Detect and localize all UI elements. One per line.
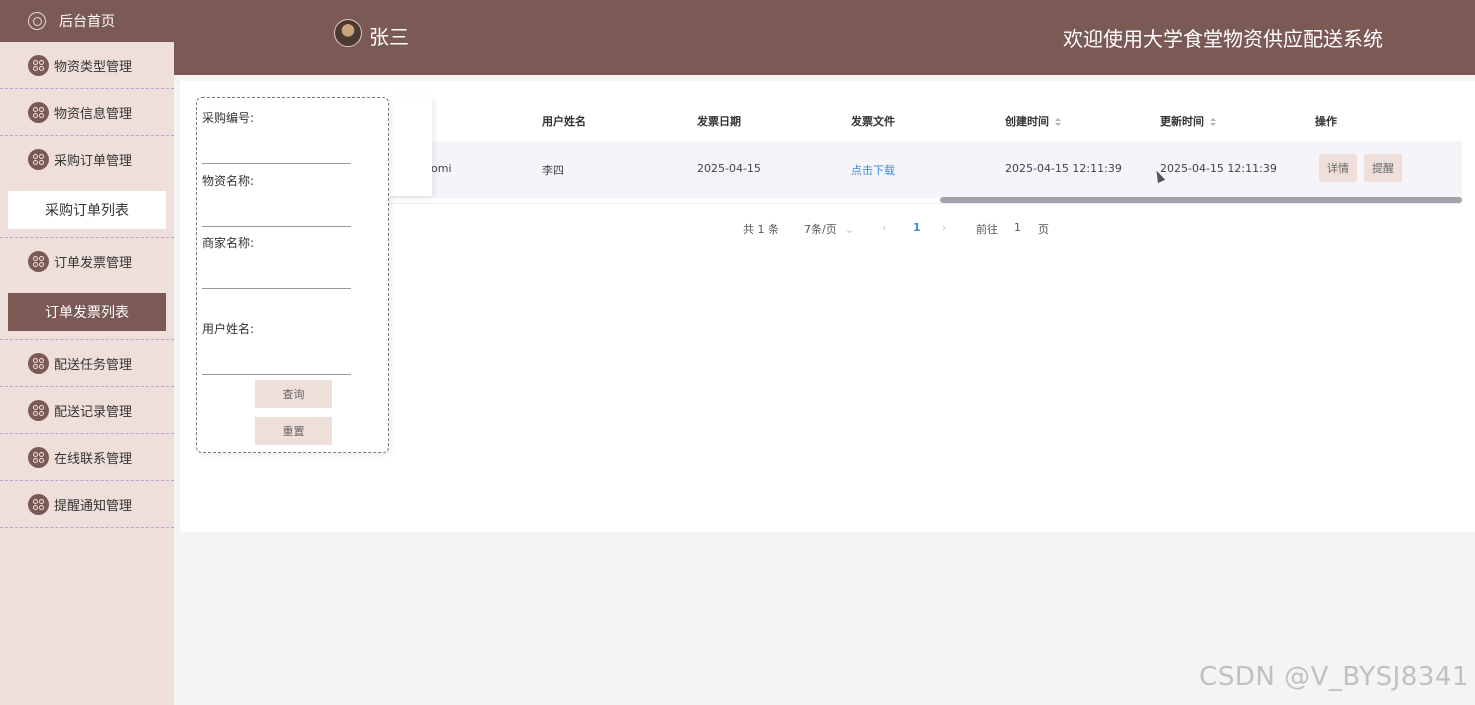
field-label-user-name: 用户姓名: xyxy=(202,322,255,336)
watermark: CSDN @V_BYSJ8341 xyxy=(1199,662,1469,692)
field-label-purchase-no: 采购编号: xyxy=(202,111,255,125)
col-updated-label: 更新时间 xyxy=(1160,115,1204,128)
chevron-down-icon: ⌄ xyxy=(844,223,854,236)
horizontal-scrollbar[interactable] xyxy=(940,197,1462,203)
prev-page-icon[interactable]: ‹ xyxy=(882,221,886,234)
sidebar-home-label: 后台首页 xyxy=(59,14,115,30)
menu-icon xyxy=(28,446,49,468)
sidebar-item-purchase-order[interactable]: 采购订单管理 xyxy=(0,136,174,183)
sidebar-item-label: 配送记录管理 xyxy=(54,404,133,420)
home-icon xyxy=(28,12,46,30)
top-header: 张三 欢迎使用大学食堂物资供应配送系统 xyxy=(174,0,1475,75)
col-created[interactable]: 创建时间 xyxy=(1005,113,1061,129)
panel-shadow xyxy=(388,97,432,196)
menu-icon xyxy=(28,493,49,515)
page-number-active[interactable]: 1 xyxy=(913,221,921,234)
field-label-merchant-name: 商家名称: xyxy=(202,236,255,250)
detail-button[interactable]: 详情 xyxy=(1319,154,1357,182)
next-page-icon[interactable]: › xyxy=(942,221,946,234)
col-invoice-date: 发票日期 xyxy=(697,115,741,128)
sort-icon[interactable] xyxy=(1210,117,1216,127)
remind-button[interactable]: 提醒 xyxy=(1364,154,1402,182)
sidebar-item-delivery-record[interactable]: 配送记录管理 xyxy=(0,387,174,434)
search-panel: 采购编号: 物资名称: 商家名称: 用户姓名: 查询 重置 xyxy=(196,97,389,453)
page-size-value: 7条/页 xyxy=(804,223,837,236)
sidebar-item-online-contact[interactable]: 在线联系管理 xyxy=(0,434,174,481)
col-actions: 操作 xyxy=(1315,115,1337,128)
page-size-select[interactable]: 7条/页 ⌄ xyxy=(804,221,854,237)
cell-updated: 2025-04-15 12:11:39 xyxy=(1160,162,1277,175)
sidebar-item-label: 提醒通知管理 xyxy=(54,498,133,514)
sidebar-item-label: 订单发票管理 xyxy=(54,256,133,271)
purchase-no-input[interactable] xyxy=(202,163,351,164)
sidebar-subitem-purchase-list[interactable]: 采购订单列表 xyxy=(8,191,166,229)
avatar[interactable] xyxy=(334,19,362,47)
sidebar-home[interactable]: 后台首页 xyxy=(0,0,174,42)
cell-partial: omi xyxy=(431,162,452,175)
col-updated[interactable]: 更新时间 xyxy=(1160,113,1216,129)
user-name: 张三 xyxy=(369,25,409,49)
download-link[interactable]: 点击下载 xyxy=(851,162,895,178)
goto-prefix: 前往 xyxy=(976,223,998,236)
menu-icon xyxy=(28,251,49,272)
sort-icon[interactable] xyxy=(1055,117,1061,127)
goto-suffix: 页 xyxy=(1038,223,1049,236)
sidebar-item-label: 采购订单管理 xyxy=(54,154,133,169)
goto-page-input[interactable]: 1 xyxy=(1014,221,1021,234)
row-divider xyxy=(212,203,1462,204)
sidebar-item-reminder[interactable]: 提醒通知管理 xyxy=(0,481,174,528)
menu-icon xyxy=(28,399,49,421)
col-invoice-file: 发票文件 xyxy=(851,115,895,128)
sidebar: 后台首页 物资类型管理 物资信息管理 采购订单管理 采购订单列表 订单发票管理 … xyxy=(0,0,174,705)
sidebar-item-label: 配送任务管理 xyxy=(54,357,133,373)
cell-user-name: 李四 xyxy=(542,164,564,177)
field-label-material-name: 物资名称: xyxy=(202,174,255,188)
menu-icon xyxy=(28,149,49,170)
sidebar-item-invoice[interactable]: 订单发票管理 xyxy=(0,238,174,285)
cell-invoice-date: 2025-04-15 xyxy=(697,162,761,175)
col-user-name: 用户姓名 xyxy=(542,115,586,128)
sidebar-item-material-info[interactable]: 物资信息管理 xyxy=(0,89,174,136)
cell-created: 2025-04-15 12:11:39 xyxy=(1005,162,1122,175)
menu-icon xyxy=(28,352,49,374)
reset-button[interactable]: 重置 xyxy=(255,417,332,445)
sidebar-item-material-type[interactable]: 物资类型管理 xyxy=(0,42,174,89)
col-created-label: 创建时间 xyxy=(1005,115,1049,128)
merchant-name-input[interactable] xyxy=(202,288,351,289)
menu-icon xyxy=(28,101,49,123)
sidebar-item-label: 物资类型管理 xyxy=(54,59,133,75)
query-button[interactable]: 查询 xyxy=(255,380,332,408)
user-name-input[interactable] xyxy=(202,374,351,375)
pagination-total: 共 1 条 xyxy=(743,223,779,236)
site-title: 欢迎使用大学食堂物资供应配送系统 xyxy=(1063,27,1383,51)
sidebar-subitem-invoice-list[interactable]: 订单发票列表 xyxy=(8,293,166,331)
material-name-input[interactable] xyxy=(202,226,351,227)
sidebar-item-delivery-task[interactable]: 配送任务管理 xyxy=(0,340,174,387)
sidebar-item-label: 物资信息管理 xyxy=(54,106,133,122)
sidebar-item-label: 在线联系管理 xyxy=(54,451,133,467)
menu-icon xyxy=(28,54,49,76)
